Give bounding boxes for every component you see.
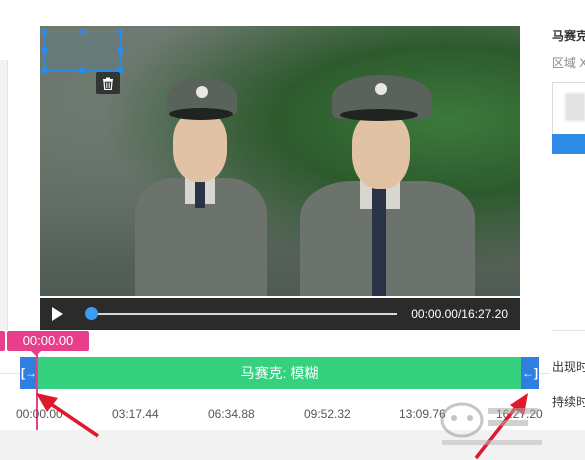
resize-handle-right[interactable] bbox=[118, 48, 123, 53]
timeline-tick: 06:34.88 bbox=[208, 407, 255, 421]
resize-handle-top-left[interactable] bbox=[42, 29, 47, 34]
progress-track[interactable] bbox=[92, 313, 397, 315]
panel-title: 马赛克 bbox=[552, 29, 585, 43]
delete-region-button[interactable] bbox=[96, 72, 120, 94]
playhead-tag-edge bbox=[0, 331, 5, 351]
clip-label: 马赛克: 模糊 bbox=[240, 365, 319, 381]
timeline-tick: 00:00.00 bbox=[16, 407, 63, 421]
video-person-right bbox=[290, 75, 480, 296]
left-panel-edge bbox=[0, 60, 8, 330]
timeline-tick: 09:52.32 bbox=[304, 407, 351, 421]
bracket-left-icon: [→ bbox=[21, 366, 37, 380]
mosaic-preview-thumbnail bbox=[565, 93, 585, 121]
mosaic-region-selection[interactable] bbox=[42, 29, 123, 73]
resize-handle-top[interactable] bbox=[80, 29, 85, 34]
play-button[interactable] bbox=[48, 305, 66, 323]
bracket-right-icon: ←] bbox=[522, 366, 538, 380]
duration-label: 持续时 bbox=[552, 395, 585, 409]
time-readout: 00:00.00/16:27.20 bbox=[411, 307, 508, 321]
mosaic-style-selected-bar bbox=[552, 134, 585, 154]
resize-handle-top-right[interactable] bbox=[118, 29, 123, 34]
resize-handle-bottom[interactable] bbox=[80, 68, 85, 73]
video-person-left bbox=[125, 66, 275, 296]
appear-time-label: 出现时 bbox=[552, 360, 585, 374]
trash-icon bbox=[103, 77, 113, 90]
resize-handle-bottom-left[interactable] bbox=[42, 68, 47, 73]
mosaic-clip[interactable]: 马赛克: 模糊 [→ ←] bbox=[20, 357, 539, 389]
panel-divider bbox=[552, 330, 585, 331]
clip-end-handle[interactable]: ←] bbox=[521, 357, 539, 389]
progress-knob[interactable] bbox=[85, 307, 98, 320]
timeline-tick: 03:17.44 bbox=[112, 407, 159, 421]
mosaic-style-card[interactable] bbox=[552, 82, 585, 154]
panel-subtitle: 区域 X bbox=[552, 56, 585, 70]
player-controls: 00:00.00/16:27.20 bbox=[40, 298, 520, 330]
play-icon bbox=[52, 307, 63, 321]
resize-handle-left[interactable] bbox=[42, 48, 47, 53]
watermark-logo bbox=[440, 402, 542, 445]
playhead-time-tag[interactable]: 00:00.00 bbox=[7, 331, 89, 356]
